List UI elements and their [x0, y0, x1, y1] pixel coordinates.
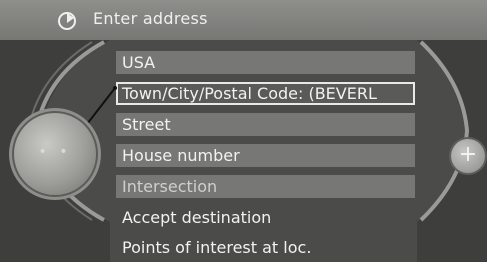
knob-direction-dots: • • — [38, 144, 72, 160]
idrive-screen: Enter address USA Town/City/Postal Code:… — [0, 0, 487, 262]
plus-button[interactable]: + — [451, 139, 485, 173]
